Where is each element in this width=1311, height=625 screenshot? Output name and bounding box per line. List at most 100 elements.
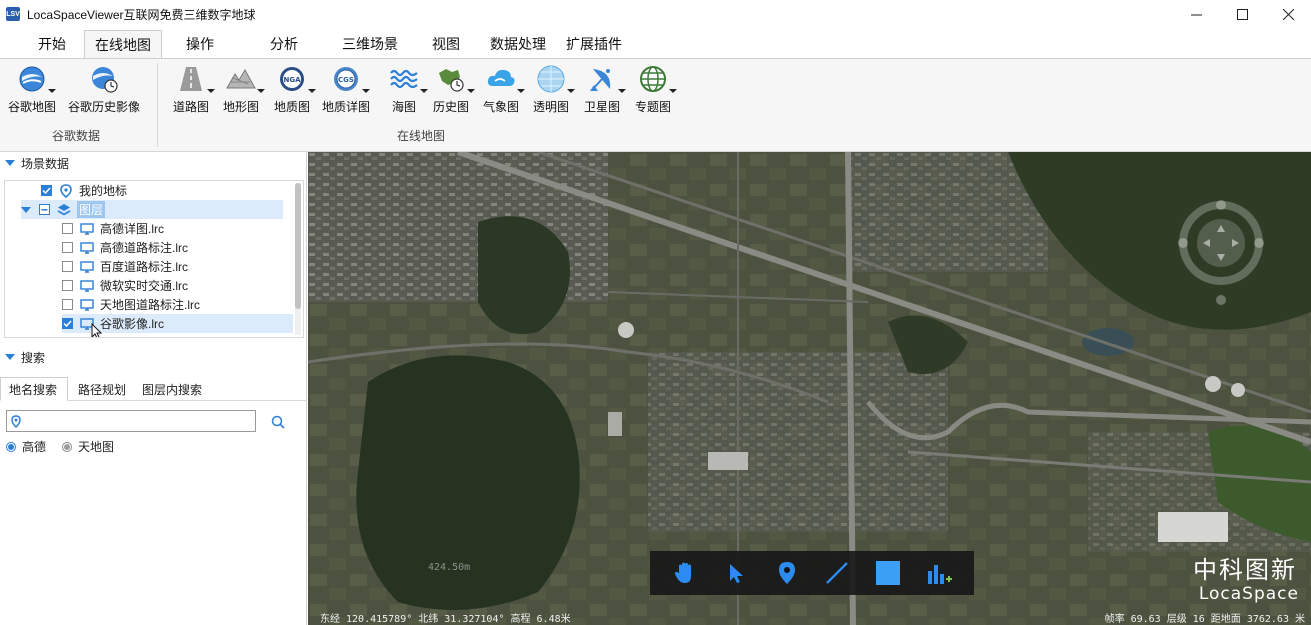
placemark-tool-button[interactable] (772, 558, 802, 588)
brand-chinese: 中科图新 (1193, 556, 1297, 584)
geology-detail-button[interactable]: CGS 地质详图 (322, 63, 370, 115)
tab-start[interactable]: 开始 (20, 30, 84, 58)
close-button[interactable] (1265, 0, 1311, 28)
weather-map-button[interactable]: 气象图 (483, 63, 525, 115)
road-map-button[interactable]: 道路图 (173, 63, 215, 115)
checkbox[interactable] (62, 299, 73, 310)
tab-operate[interactable]: 操作 (162, 30, 246, 58)
bar-chart-icon (927, 565, 952, 584)
polygon-tool-button[interactable] (873, 558, 903, 588)
tab-3d-scene[interactable]: 三维场景 (326, 30, 420, 58)
dropdown-caret-icon (567, 89, 575, 93)
chart-tool-button[interactable] (924, 558, 954, 588)
tab-place-search[interactable]: 地名搜索 (0, 377, 69, 401)
satellite-icon (590, 69, 611, 91)
tab-online-map[interactable]: 在线地图 (84, 30, 162, 58)
tree-item-label: 高德道路标注.lrc (100, 241, 188, 255)
coordinates-readout: 东经 120.415789° 北纬 31.327104° 高程 6.48米 (320, 614, 571, 625)
transparent-map-button[interactable]: 透明图 (533, 63, 575, 115)
sea-chart-button[interactable]: 海图 (388, 63, 428, 115)
search-header[interactable]: 搜索 (0, 346, 307, 368)
satellite-map-button[interactable]: 卫星图 (584, 63, 626, 115)
brand-english: LocaSpace (1198, 584, 1299, 604)
monitor-icon (79, 297, 95, 313)
road-icon (180, 67, 202, 91)
history-map-button[interactable]: 历史图 (433, 63, 475, 115)
tree-item-amap-road[interactable]: 高德道路标注.lrc (62, 238, 303, 257)
tree-item-ms-traffic[interactable]: 微软实时交通.lrc (62, 276, 303, 295)
expand-triangle-icon[interactable] (21, 206, 31, 213)
square-icon (875, 561, 900, 585)
scrollbar-thumb[interactable] (295, 183, 301, 309)
line-tool-button[interactable] (822, 558, 852, 588)
button-label: 气象图 (483, 100, 520, 114)
radio-label: 高德 (22, 440, 47, 454)
dropdown-caret-icon (618, 89, 626, 93)
tree-item-layers[interactable]: 图层 (21, 200, 283, 219)
checkbox[interactable] (62, 223, 73, 234)
button-label: 专题图 (635, 100, 672, 114)
map-toolbar (650, 551, 974, 595)
tab-route-planning[interactable]: 路径规划 (68, 377, 134, 401)
radio-amap[interactable] (6, 441, 16, 452)
button-label: 海图 (391, 100, 416, 114)
tab-layer-search[interactable]: 图层内搜索 (134, 377, 210, 401)
placemark-icon (58, 183, 74, 199)
window-title: LocaSpaceViewer互联网免费三维数字地球 (27, 7, 256, 22)
checkbox[interactable] (62, 280, 73, 291)
minimize-button[interactable] (1173, 0, 1219, 28)
layer-tree: 我的地标 图层 高德详图.lrc 高德道路标注.lrc 百度道路标注.lrc 微… (4, 180, 304, 338)
monitor-icon (79, 259, 95, 275)
navigation-compass[interactable] (1174, 196, 1268, 314)
tab-view[interactable]: 视图 (420, 30, 490, 58)
line-icon (826, 562, 849, 584)
tab-analysis[interactable]: 分析 (246, 30, 326, 58)
tree-item-baidu-road[interactable]: 百度道路标注.lrc (62, 257, 303, 276)
dropdown-caret-icon (420, 89, 428, 93)
checkbox[interactable] (62, 261, 73, 272)
select-tool-button[interactable] (721, 558, 751, 588)
dropdown-caret-icon (48, 89, 56, 93)
checkbox[interactable] (39, 204, 50, 215)
transparent-globe-icon (537, 65, 565, 93)
thematic-map-button[interactable]: 专题图 (635, 63, 677, 115)
menu-bar: 开始 在线地图 操作 分析 三维场景 视图 数据处理 扩展插件 (0, 28, 1311, 58)
checkbox[interactable] (62, 242, 73, 253)
dropdown-caret-icon (517, 89, 525, 93)
tab-data-processing[interactable]: 数据处理 (490, 30, 556, 58)
map-view[interactable]: 424.50m 中科图新 LocaSpace 东经 120.415789° 北纬… (308, 152, 1311, 625)
button-label: 透明图 (533, 100, 570, 114)
terrain-map-button[interactable]: 地形图 (223, 63, 265, 115)
search-input-box[interactable] (6, 410, 256, 432)
check-icon (63, 320, 72, 328)
button-label: 谷歌地图 (8, 100, 57, 114)
checkbox[interactable] (62, 318, 73, 329)
search-input[interactable] (25, 412, 250, 430)
collapse-triangle-icon (5, 160, 15, 166)
pan-tool-button[interactable] (670, 558, 700, 588)
dropdown-caret-icon (362, 89, 370, 93)
button-label: 道路图 (173, 100, 210, 114)
search-button[interactable] (268, 412, 288, 432)
weather-icon (487, 69, 515, 86)
tree-scrollbar[interactable] (295, 183, 301, 335)
ribbon: 谷歌地图 谷歌历史影像 谷歌数据 道路图 地形图 NGA 地质图 CGS 地质详… (0, 58, 1311, 152)
google-map-button[interactable]: 谷歌地图 (8, 63, 56, 115)
button-label: 地质图 (274, 100, 311, 114)
google-history-button[interactable]: 谷歌历史影像 (68, 63, 140, 115)
tree-item-my-placemarks[interactable]: 我的地标 (41, 181, 303, 200)
tab-extensions[interactable]: 扩展插件 (556, 30, 632, 58)
scene-data-header[interactable]: 场景数据 (0, 152, 307, 174)
layers-icon (56, 202, 72, 218)
geology-map-button[interactable]: NGA 地质图 (274, 63, 316, 115)
checkbox[interactable] (41, 185, 52, 196)
tree-item-amap-detail[interactable]: 高德详图.lrc (62, 219, 303, 238)
svg-text:NGA: NGA (283, 76, 301, 84)
monitor-icon (79, 240, 95, 256)
tree-item-tianditu-road[interactable]: 天地图道路标注.lrc (62, 295, 303, 314)
dropdown-caret-icon (669, 89, 677, 93)
dropdown-caret-icon (467, 89, 475, 93)
cgs-icon: CGS (334, 67, 358, 91)
radio-tianditu[interactable] (62, 441, 73, 452)
maximize-button[interactable] (1219, 0, 1265, 28)
